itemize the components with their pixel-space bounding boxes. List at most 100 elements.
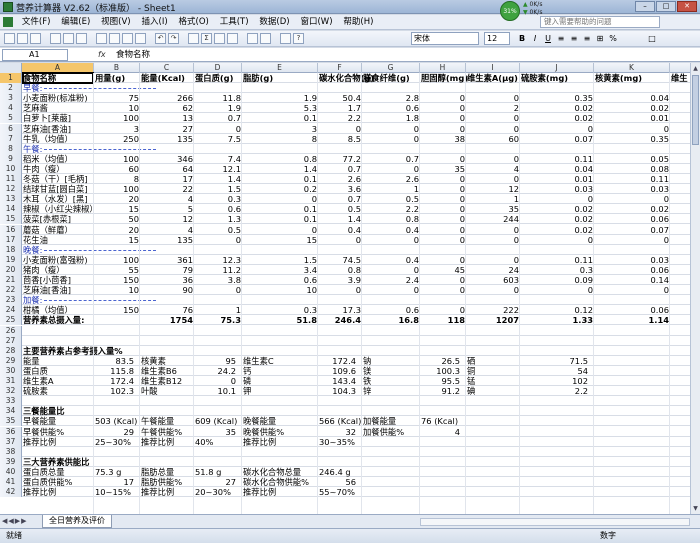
- cell[interactable]: 早餐供能%: [22, 427, 94, 437]
- row-header[interactable]: 30: [0, 365, 22, 376]
- open-folder-icon[interactable]: [17, 33, 28, 44]
- menu-insert[interactable]: 插入(I): [138, 15, 172, 30]
- cell[interactable]: 0: [420, 214, 466, 224]
- cell[interactable]: 0.05: [594, 154, 670, 164]
- cell[interactable]: 246.4 g: [318, 467, 362, 477]
- cell[interactable]: 35: [466, 204, 520, 214]
- menu-view[interactable]: 视图(V): [97, 15, 134, 30]
- cell[interactable]: 磷: [242, 376, 318, 386]
- cell[interactable]: 0: [466, 93, 520, 103]
- cell[interactable]: 7.4: [194, 154, 242, 164]
- cell[interactable]: 32: [318, 427, 362, 437]
- cell[interactable]: 晚餐能量: [242, 416, 318, 426]
- cell[interactable]: 64: [140, 164, 194, 174]
- row-header[interactable]: 14: [0, 204, 22, 215]
- cell[interactable]: 0: [420, 154, 466, 164]
- cell[interactable]: 0: [520, 235, 594, 245]
- cell[interactable]: 7.5: [194, 134, 242, 144]
- cell[interactable]: 0.7: [318, 164, 362, 174]
- copy-icon[interactable]: [109, 33, 120, 44]
- cell[interactable]: 0: [362, 265, 420, 275]
- column-header[interactable]: A: [22, 63, 94, 73]
- cell[interactable]: 0.01: [520, 174, 594, 184]
- formula-input[interactable]: 食物名称: [116, 49, 150, 61]
- column-title-cell[interactable]: 维生: [670, 73, 690, 83]
- row-header[interactable]: 38: [0, 446, 22, 457]
- cell[interactable]: 0.3: [242, 305, 318, 315]
- row-header[interactable]: 27: [0, 335, 22, 346]
- cell[interactable]: 26.5: [420, 356, 466, 366]
- column-header[interactable]: C: [140, 63, 194, 73]
- cell[interactable]: 20: [94, 225, 140, 235]
- cell[interactable]: 17.3: [318, 305, 362, 315]
- cell[interactable]: 25~30%: [94, 437, 140, 447]
- cell[interactable]: 0.08: [594, 164, 670, 174]
- cell[interactable]: 0.11: [594, 174, 670, 184]
- cell[interactable]: 维生素B6: [140, 366, 194, 376]
- cell[interactable]: [94, 315, 140, 325]
- cell[interactable]: 1: [362, 184, 420, 194]
- cell[interactable]: 11.8: [194, 93, 242, 103]
- spreadsheet-grid[interactable]: ABCDEFGHIJK 1 食物名称 用量(g) 能量(Kcal) 蛋白质(g) 脂肪(g…: [0, 63, 690, 514]
- cell[interactable]: 钙: [242, 366, 318, 376]
- cell[interactable]: 0.8: [362, 214, 420, 224]
- font-color-icon[interactable]: [672, 32, 684, 44]
- row-header[interactable]: 8: [0, 143, 22, 154]
- row-header[interactable]: 26: [0, 325, 22, 336]
- column-header[interactable]: B: [94, 63, 140, 73]
- cell[interactable]: 35: [194, 427, 242, 437]
- cell[interactable]: 花生油: [22, 235, 94, 245]
- cell[interactable]: 1.5: [242, 255, 318, 265]
- cell[interactable]: 0.1: [242, 113, 318, 123]
- cell[interactable]: 硒: [466, 356, 520, 366]
- cell[interactable]: 0.4: [362, 255, 420, 265]
- cell[interactable]: 0.09: [520, 275, 594, 285]
- row-header[interactable]: 28: [0, 345, 22, 356]
- cell[interactable]: 100: [94, 154, 140, 164]
- summary-section-title[interactable]: 三餐能量比: [22, 406, 94, 416]
- sort-ascending-icon[interactable]: [214, 33, 225, 44]
- cell[interactable]: 102.3: [94, 386, 140, 396]
- cell[interactable]: 0: [362, 235, 420, 245]
- cell[interactable]: 蛋白质: [22, 366, 94, 376]
- cell[interactable]: 钾: [242, 386, 318, 396]
- select-all-corner[interactable]: [0, 63, 22, 73]
- cell[interactable]: 0: [318, 124, 362, 134]
- column-title-cell[interactable]: 硫胺素(mg): [520, 73, 594, 83]
- menu-help[interactable]: 帮助(H): [339, 15, 377, 30]
- cell[interactable]: 稻米（均值）: [22, 154, 94, 164]
- cell[interactable]: 0: [420, 235, 466, 245]
- cell[interactable]: 晚餐供能%: [242, 427, 318, 437]
- cell[interactable]: 135: [140, 134, 194, 144]
- column-header[interactable]: H: [420, 63, 466, 73]
- cell[interactable]: 0.6: [194, 204, 242, 214]
- cell[interactable]: 0.8: [242, 154, 318, 164]
- cell[interactable]: 0: [420, 184, 466, 194]
- menu-data[interactable]: 数据(D): [255, 15, 293, 30]
- cell[interactable]: 0: [242, 225, 318, 235]
- cell[interactable]: 蘑菇（鲜蘑）: [22, 225, 94, 235]
- cell[interactable]: 2.2: [362, 204, 420, 214]
- cell[interactable]: 1.9: [242, 93, 318, 103]
- cell[interactable]: 叶酸: [140, 386, 194, 396]
- vertical-scrollbar[interactable]: ▲ ▼: [690, 63, 700, 514]
- scroll-up-icon[interactable]: ▲: [692, 64, 699, 73]
- increase-decimal-icon[interactable]: [620, 32, 632, 44]
- cell[interactable]: 503 (Kcal): [94, 416, 140, 426]
- cell[interactable]: 0.4: [362, 225, 420, 235]
- cell[interactable]: 3.8: [194, 275, 242, 285]
- cell[interactable]: 222: [466, 305, 520, 315]
- column-title-cell[interactable]: 核黄素(mg): [594, 73, 670, 83]
- cell[interactable]: 午餐能量: [140, 416, 194, 426]
- name-box[interactable]: A1: [2, 49, 68, 61]
- cell[interactable]: 35: [420, 164, 466, 174]
- cell[interactable]: 1.14: [594, 315, 670, 325]
- cell[interactable]: 29: [94, 427, 140, 437]
- paste-icon[interactable]: [122, 33, 133, 44]
- row-header[interactable]: 17: [0, 234, 22, 245]
- row-header[interactable]: 3: [0, 93, 22, 104]
- cell[interactable]: 76 (Kcal): [420, 416, 466, 426]
- sort-descending-icon[interactable]: [227, 33, 238, 44]
- row-header[interactable]: 22: [0, 285, 22, 296]
- column-title-cell[interactable]: 食物名称: [22, 73, 94, 83]
